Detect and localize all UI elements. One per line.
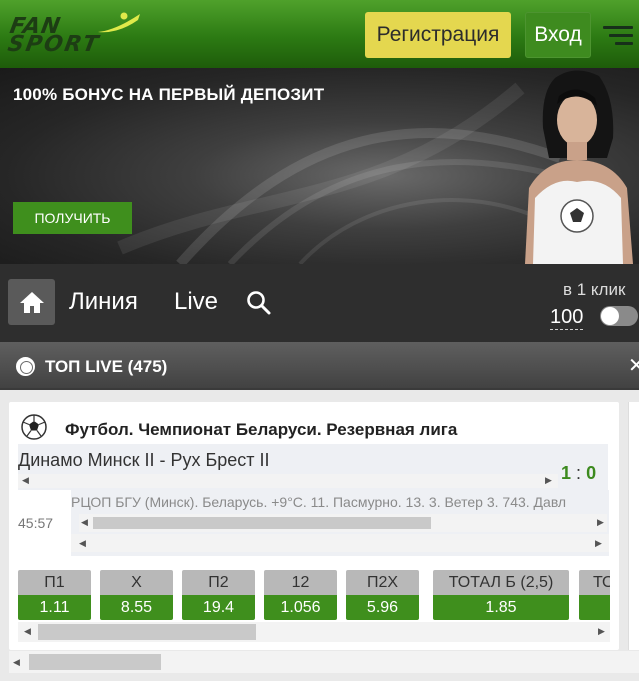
close-icon[interactable]: ✕ <box>628 353 639 378</box>
odd-total-partial[interactable]: ТО <box>579 570 610 620</box>
teams-scrollbar[interactable]: ◀ ▶ <box>18 474 558 488</box>
scroll-right-icon[interactable]: ▶ <box>597 517 604 528</box>
promo-banner[interactable]: 100% БОНУС НА ПЕРВЫЙ ДЕПОЗИТ ПОЛУЧИТЬ <box>0 68 639 264</box>
odd-value: 8.55 <box>100 595 173 620</box>
scroll-right-icon[interactable]: ▶ <box>598 626 605 637</box>
info-scroll-thumb[interactable] <box>93 517 431 529</box>
odd-value: 1.11 <box>18 595 91 620</box>
match-score: 1 : 0 <box>561 463 596 484</box>
banner-model-image <box>525 70 633 264</box>
logo-text-bottom: SPORT <box>5 32 102 57</box>
match-info: РЦОП БГУ (Минск). Беларусь. +9°С. 11. Па… <box>71 490 609 556</box>
banner-title: 100% БОНУС НА ПЕРВЫЙ ДЕПОЗИТ <box>13 85 325 104</box>
scroll-left-icon[interactable]: ◀ <box>79 538 86 549</box>
logo[interactable]: FAN SPORT <box>5 8 143 60</box>
scroll-left-icon[interactable]: ◀ <box>81 517 88 528</box>
odd-label: П2X <box>346 570 419 595</box>
scroll-left-icon[interactable]: ◀ <box>22 475 29 486</box>
scroll-right-icon[interactable]: ▶ <box>595 538 602 549</box>
odds-scroll-thumb[interactable] <box>38 624 256 640</box>
scroll-left-icon[interactable]: ◀ <box>24 626 31 637</box>
info-scrollbar[interactable]: ◀ ▶ <box>79 514 607 532</box>
header: FAN SPORT Регистрация Вход <box>0 0 639 68</box>
home-icon[interactable] <box>8 279 55 325</box>
odd-p1[interactable]: П1 1.11 <box>18 570 91 620</box>
toggle-knob <box>601 307 619 325</box>
one-click-amount[interactable]: 100 <box>550 305 584 330</box>
page-scroll-thumb[interactable] <box>29 654 161 670</box>
teams-row[interactable]: Динамо Минск II - Рух Брест II ◀ ▶ 1 : 0 <box>18 444 608 490</box>
odd-p2[interactable]: П2 19.4 <box>182 570 255 620</box>
league-title: Футбол. Чемпионат Беларуси. Резервная ли… <box>65 420 458 439</box>
odd-p2x[interactable]: П2X 5.96 <box>346 570 419 620</box>
odd-12[interactable]: 12 1.056 <box>264 570 337 620</box>
nav-live-tab[interactable]: Live <box>174 288 218 316</box>
register-button[interactable]: Регистрация <box>365 12 511 58</box>
odds-scrollbar[interactable]: ◀ ▶ <box>18 622 610 642</box>
radio-icon[interactable] <box>16 357 35 376</box>
get-bonus-button[interactable]: ПОЛУЧИТЬ <box>13 202 132 234</box>
one-click-label: в 1 клик <box>563 280 626 299</box>
app-root: FAN SPORT Регистрация Вход 100% БОНУС НА… <box>0 0 639 681</box>
scroll-left-icon[interactable]: ◀ <box>13 657 20 668</box>
odd-value <box>579 595 610 620</box>
odd-value: 5.96 <box>346 595 419 620</box>
one-click-toggle[interactable] <box>600 306 638 326</box>
login-button[interactable]: Вход <box>525 12 591 58</box>
odd-label: 12 <box>264 570 337 595</box>
football-icon <box>21 414 47 440</box>
teams-label: Динамо Минск II - Рух Брест II <box>18 450 270 470</box>
search-icon[interactable] <box>246 290 272 316</box>
top-live-header[interactable]: ТОП LIVE (475) ✕ <box>0 342 639 390</box>
logo-swoosh-icon <box>98 12 140 33</box>
score-home: 1 <box>561 463 572 483</box>
scroll-right-icon[interactable]: ▶ <box>545 475 552 486</box>
main-nav: Линия Live в 1 клик 100 <box>0 264 639 342</box>
odd-x[interactable]: X 8.55 <box>100 570 173 620</box>
page-scroll-track[interactable]: ◀ <box>9 651 639 673</box>
odds-row: П1 1.11 X 8.55 П2 19.4 12 1.056 П2X 5.96… <box>18 570 610 622</box>
odd-label: ТОТАЛ Б (2,5) <box>433 570 569 595</box>
next-match-card[interactable] <box>628 402 639 650</box>
odd-label: X <box>100 570 173 595</box>
match-card[interactable]: Футбол. Чемпионат Беларуси. Резервная ли… <box>9 402 619 650</box>
nav-line-tab[interactable]: Линия <box>69 288 138 316</box>
hamburger-icon[interactable] <box>601 20 637 50</box>
match-time: 45:57 <box>18 515 54 531</box>
page-horizontal-scrollbar[interactable]: ◀ <box>9 651 639 673</box>
match-info-text: РЦОП БГУ (Минск). Беларусь. +9°С. 11. Па… <box>71 494 567 510</box>
odd-value: 1.85 <box>433 595 569 620</box>
score-separator: : <box>576 463 582 483</box>
odd-label: П1 <box>18 570 91 595</box>
odd-label: ТО <box>579 570 610 595</box>
odd-total-under[interactable]: ТОТАЛ Б (2,5) 1.85 <box>433 570 569 620</box>
odd-value: 19.4 <box>182 595 255 620</box>
odd-value: 1.056 <box>264 595 337 620</box>
score-away: 0 <box>586 463 597 483</box>
info-scrollbar-lower[interactable]: ◀ ▶ <box>71 534 609 552</box>
section-title: ТОП LIVE (475) <box>45 357 168 376</box>
odd-label: П2 <box>182 570 255 595</box>
